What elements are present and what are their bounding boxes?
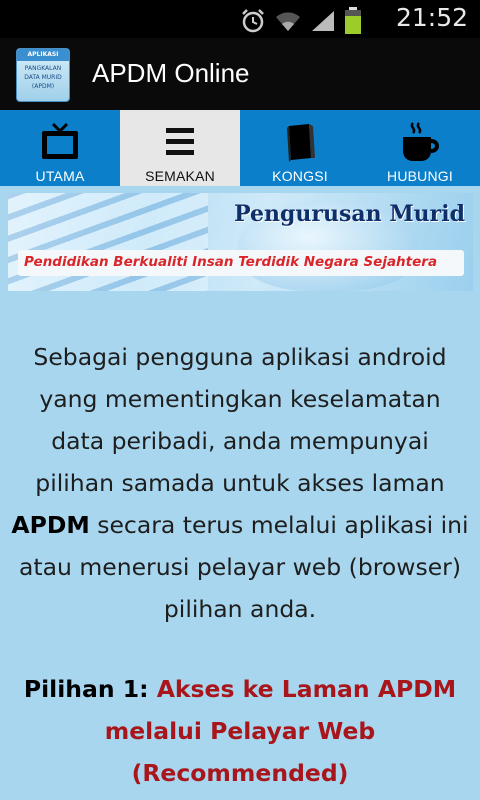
option-1-link[interactable]: Akses ke Laman APDM melalui Pelayar Web …	[105, 675, 456, 787]
tab-hubungi[interactable]: HUBUNGI	[360, 110, 480, 186]
battery-icon	[345, 7, 361, 34]
banner-image: Pengurusan Murid Pendidikan Berkualiti I…	[8, 193, 473, 291]
app-title: APDM Online	[92, 58, 250, 88]
option-1-lead: Pilihan 1:	[23, 675, 149, 703]
intro-bold-apdm: APDM	[11, 511, 90, 539]
tab-semakan[interactable]: SEMAKAN	[120, 110, 240, 186]
tab-label: HUBUNGI	[387, 168, 453, 184]
tab-kongsi[interactable]: KONGSI	[240, 110, 360, 186]
tab-bar: UTAMA SEMAKAN KONGSI HUBUNGI	[0, 110, 480, 186]
tab-label: SEMAKAN	[145, 168, 215, 184]
menu-icon	[166, 128, 194, 155]
book-icon	[287, 124, 315, 162]
app-logo-line3: (APDM)	[31, 83, 55, 90]
intro-text-before: Sebagai pengguna aplikasi android yang m…	[33, 343, 447, 497]
tab-label: KONGSI	[272, 168, 328, 184]
banner-headline: Pengurusan Murid	[234, 201, 465, 227]
app-logo-icon[interactable]: APLIKASI PANGKALAN DATA MURID (APDM)	[16, 48, 70, 102]
banner-tagline-box: Pendidikan Berkualiti Insan Terdidik Neg…	[18, 250, 464, 276]
tab-label: UTAMA	[35, 168, 85, 184]
signal-icon	[312, 11, 334, 31]
alarm-icon	[242, 9, 264, 33]
intro-paragraph: Sebagai pengguna aplikasi android yang m…	[10, 336, 470, 630]
action-bar: APLIKASI PANGKALAN DATA MURID (APDM) APD…	[0, 38, 480, 111]
wifi-icon	[276, 12, 300, 31]
keyboard-graphic	[8, 193, 208, 291]
coffee-cup-icon	[403, 122, 439, 161]
option-1[interactable]: Pilihan 1: Akses ke Laman APDM melalui P…	[10, 668, 470, 794]
tab-utama[interactable]: UTAMA	[0, 110, 120, 186]
app-logo-line1: PANGKALAN	[24, 65, 62, 72]
app-logo-top: APLIKASI	[27, 51, 59, 58]
app-logo-line2: DATA MURID	[24, 74, 62, 81]
tv-icon	[42, 122, 78, 159]
status-bar: 21:52	[0, 0, 480, 38]
banner-tagline: Pendidikan Berkualiti Insan Terdidik Neg…	[24, 254, 438, 270]
status-time: 21:52	[395, 3, 468, 32]
